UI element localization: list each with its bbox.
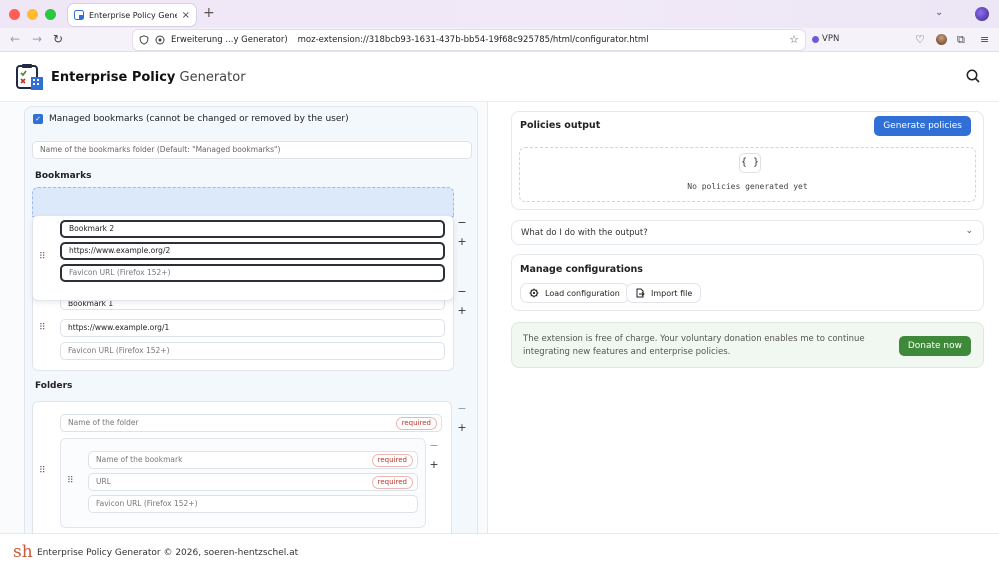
bookmark-1-url-input[interactable]: https://www.example.org/1 (60, 319, 445, 337)
policies-output-area: { } No policies generated yet (519, 147, 976, 202)
bookmark-1-remove-button[interactable]: − (454, 284, 470, 300)
required-badge: required (395, 417, 437, 430)
gear-icon (529, 288, 539, 298)
import-file-icon (636, 288, 645, 298)
reload-icon[interactable]: ↻ (53, 32, 63, 46)
chevron-down-icon[interactable]: ⌄ (935, 7, 943, 18)
url-bar[interactable]: Erweiterung ...y Generator) moz-extensio… (133, 30, 805, 50)
import-file-label: Import file (651, 288, 693, 298)
app-title-bold: Enterprise Policy (51, 70, 176, 85)
search-icon[interactable] (966, 69, 980, 83)
browser-tabbar: Enterprise Policy Generator × + ⌄ (0, 0, 999, 28)
donation-text: The extension is free of charge. Your vo… (523, 334, 865, 357)
app-title-light: Generator (179, 70, 246, 85)
bookmark-1-add-button[interactable]: + (454, 303, 470, 319)
donation-card: The extension is free of charge. Your vo… (511, 322, 984, 368)
folder-bookmark-url-placeholder: URL (96, 477, 111, 486)
app-logo-icon (16, 64, 43, 90)
drag-handle-icon[interactable]: ⠿ (67, 476, 74, 486)
extension-icon (155, 35, 165, 45)
bookmark-2-remove-button[interactable]: − (454, 215, 470, 231)
url-extension-label: Erweiterung ...y Generator) (171, 35, 288, 45)
pocket-icon[interactable]: ♡ (915, 33, 925, 46)
zoom-window-button[interactable] (45, 8, 56, 20)
menu-icon[interactable]: ≡ (980, 33, 989, 46)
chevron-down-icon: ⌄ (965, 226, 973, 236)
bookmark-1-favicon-input[interactable]: Favicon URL (Firefox 152+) (60, 342, 445, 360)
drop-zone[interactable] (32, 187, 454, 217)
managed-bookmarks-checkbox[interactable]: ✓ (33, 114, 43, 124)
bookmark-item-1[interactable]: ⠿ Bookmark 1 https://www.example.org/1 F… (32, 291, 454, 371)
extensions-puzzle-icon[interactable]: ⧉ (957, 33, 965, 47)
author-logo[interactable]: sh (13, 542, 33, 562)
managed-bookmarks-card: ✓ Managed bookmarks (cannot be changed o… (24, 106, 478, 533)
managed-bookmarks-label: Managed bookmarks (cannot be changed or … (49, 114, 349, 124)
profile-avatar[interactable] (936, 34, 947, 45)
bookmark-star-icon[interactable]: ☆ (789, 33, 799, 46)
drag-handle-icon[interactable]: ⠿ (39, 252, 46, 262)
empty-state-text: No policies generated yet (687, 182, 808, 191)
required-badge: required (371, 454, 413, 467)
folder-remove-button[interactable]: − (454, 401, 470, 417)
folder-bookmark-remove-button[interactable]: − (426, 438, 442, 454)
faq-accordion[interactable]: What do I do with the output? ⌄ (511, 220, 984, 245)
url-text[interactable]: moz-extension://318bcb93-1631-437b-bb54-… (298, 35, 649, 45)
managed-bookmarks-option[interactable]: ✓ Managed bookmarks (cannot be changed o… (33, 114, 349, 124)
policies-output-card: Policies output Generate policies { } No… (511, 111, 984, 210)
folder-item[interactable]: ⠿ Name of the folder required ⠿ Name of … (32, 401, 452, 533)
import-file-button[interactable]: Import file (626, 283, 702, 303)
bookmark-2-name-input[interactable]: Bookmark 2 (60, 220, 445, 238)
configurator-panel[interactable]: ✓ Managed bookmarks (cannot be changed o… (0, 102, 488, 533)
tab-title: Enterprise Policy Generator (89, 10, 177, 20)
faq-accordion-title: What do I do with the output? (521, 228, 648, 238)
folder-name-input[interactable]: Name of the folder required (60, 414, 442, 432)
vpn-icon (812, 35, 819, 43)
folder-name-placeholder: Name of the folder (68, 418, 139, 427)
bookmarks-heading: Bookmarks (35, 171, 92, 181)
bookmark-item-2[interactable]: ⠿ Bookmark 2 https://www.example.org/2 F… (32, 215, 454, 301)
bookmarks-folder-name-input[interactable]: Name of the bookmarks folder (Default: "… (32, 141, 472, 159)
output-panel: Policies output Generate policies { } No… (489, 102, 999, 533)
footer-text: Enterprise Policy Generator © 2026, soer… (37, 548, 299, 558)
forward-arrow-icon[interactable]: → (32, 32, 42, 46)
policies-output-title: Policies output (520, 120, 601, 131)
load-configuration-button[interactable]: Load configuration (520, 283, 629, 303)
bookmark-2-add-button[interactable]: + (454, 234, 470, 250)
manage-configurations-card: Manage configurations Load configuration… (511, 254, 984, 311)
donate-now-button[interactable]: Donate now (898, 336, 971, 356)
shield-icon[interactable] (139, 35, 149, 45)
vpn-button[interactable]: VPN (812, 34, 839, 44)
folders-heading: Folders (35, 381, 73, 391)
extension-tab-icon (74, 10, 84, 20)
folder-bookmark-add-button[interactable]: + (426, 457, 442, 473)
folder-bookmark-favicon-input[interactable]: Favicon URL (Firefox 152+) (88, 495, 418, 513)
manage-configurations-title: Manage configurations (520, 264, 643, 275)
back-arrow-icon[interactable]: ← (10, 32, 20, 46)
app-title: Enterprise Policy Generator (51, 70, 246, 85)
app-header: Enterprise Policy Generator (0, 52, 999, 102)
browser-tab[interactable]: Enterprise Policy Generator × (68, 4, 196, 26)
load-configuration-label: Load configuration (545, 288, 620, 298)
required-badge: required (371, 476, 413, 489)
folder-bookmark-url-input[interactable]: URL required (88, 473, 418, 491)
folder-add-button[interactable]: + (454, 420, 470, 436)
folder-bookmark-name-input[interactable]: Name of the bookmark required (88, 451, 418, 469)
bookmark-2-url-input[interactable]: https://www.example.org/2 (60, 242, 445, 260)
window-controls (9, 8, 56, 20)
browser-navbar: ← → ↻ Erweiterung ...y Generator) moz-ex… (0, 28, 999, 52)
folder-bookmark-item[interactable]: ⠿ Name of the bookmark required URL requ… (60, 438, 426, 528)
drag-handle-icon[interactable]: ⠿ (39, 323, 46, 333)
vpn-label: VPN (822, 34, 840, 44)
bookmark-2-favicon-input[interactable]: Favicon URL (Firefox 152+) (60, 264, 445, 282)
tab-close-icon[interactable]: × (182, 10, 190, 21)
new-tab-icon[interactable]: + (203, 5, 215, 21)
folder-bookmark-name-placeholder: Name of the bookmark (96, 455, 183, 464)
footer: sh Enterprise Policy Generator © 2026, s… (0, 533, 999, 573)
drag-handle-icon[interactable]: ⠿ (39, 466, 46, 476)
close-window-button[interactable] (9, 8, 20, 20)
braces-icon: { } (739, 153, 761, 173)
minimize-window-button[interactable] (27, 8, 38, 20)
generate-policies-button[interactable]: Generate policies (874, 116, 971, 136)
firefox-account-icon[interactable] (975, 7, 989, 21)
